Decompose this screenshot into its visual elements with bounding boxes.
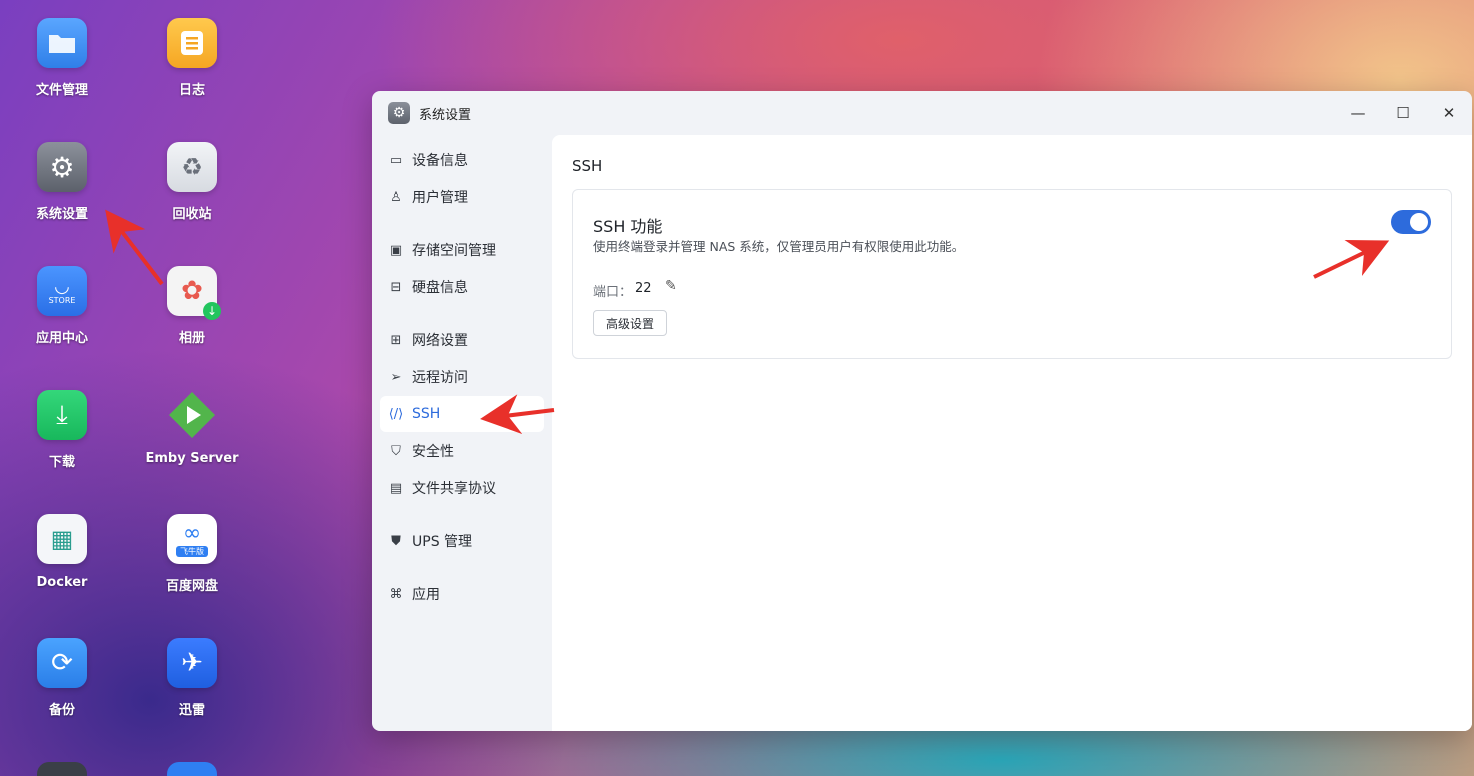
- ssh-card-description: 使用终端登录并管理 NAS 系统，仅管理员用户有权限使用此功能。: [593, 239, 965, 254]
- baidu-badge: 飞牛版: [176, 545, 208, 557]
- desktop-icon-recycle-bin[interactable]: ♻ 回收站: [132, 142, 252, 222]
- download-badge-icon: ↓: [203, 302, 221, 320]
- sidebar-item-label: 安全性: [412, 444, 454, 460]
- desktop-icon-baidu-netdisk[interactable]: ∞ 飞牛版 百度网盘: [132, 514, 252, 594]
- port-label: 端口：: [593, 285, 633, 300]
- desktop-icon-label: 应用中心: [35, 331, 88, 346]
- shield-check-icon: ⛉: [391, 443, 401, 459]
- ssh-card: SSH 功能 使用终端登录并管理 NAS 系统，仅管理员用户有权限使用此功能。 …: [572, 189, 1452, 359]
- store-icon: ◡ STORE: [37, 266, 87, 316]
- emby-icon: [167, 390, 217, 440]
- minimize-button[interactable]: —: [1336, 91, 1380, 135]
- log-icon: [167, 18, 217, 68]
- desktop-icon-system-settings[interactable]: ⚙ 系统设置: [2, 142, 122, 222]
- settings-window: ⚙ 系统设置 — ☐ ✕ ▭ 设备信息 ♙ 用户管理 ▣ 存储空间管理 ⊟ 硬盘…: [372, 91, 1472, 731]
- desktop-icon-label: 百度网盘: [165, 579, 218, 594]
- storage-icon: ▣: [389, 242, 403, 258]
- recycle-icon: ♻: [167, 142, 217, 192]
- desktop-icon-partial[interactable]: [37, 762, 87, 776]
- desktop-icon-docker[interactable]: ▦ Docker: [2, 514, 122, 590]
- sidebar-item-ssh[interactable]: ⟨/⟩ SSH: [380, 396, 544, 432]
- docker-icon: ▦: [37, 514, 87, 564]
- baidu-netdisk-icon: ∞ 飞牛版: [167, 514, 217, 564]
- sidebar-item-network[interactable]: ⊞ 网络设置: [380, 322, 544, 358]
- remote-icon: ➢: [390, 369, 402, 385]
- sidebar-item-label: 远程访问: [412, 370, 468, 386]
- desktop-icon-app-center[interactable]: ◡ STORE 应用中心: [2, 266, 122, 346]
- photos-icon: ✿ ↓: [167, 266, 221, 320]
- window-titlebar[interactable]: ⚙ 系统设置 — ☐ ✕: [372, 91, 1472, 135]
- user-icon: ♙: [390, 189, 402, 205]
- ssh-toggle[interactable]: [1391, 210, 1431, 234]
- sidebar-item-label: 文件共享协议: [412, 481, 496, 497]
- sidebar-item-ups[interactable]: ⛊ UPS 管理: [380, 523, 544, 559]
- sidebar-item-label: 网络设置: [412, 333, 468, 349]
- sidebar-item-users[interactable]: ♙ 用户管理: [380, 179, 544, 215]
- sidebar-item-label: 设备信息: [412, 153, 468, 169]
- sidebar-item-label: 应用: [412, 587, 440, 603]
- desktop-icon-label: Emby Server: [145, 451, 239, 466]
- code-icon: ⟨/⟩: [388, 406, 404, 422]
- sidebar-item-file-sharing[interactable]: ▤ 文件共享协议: [380, 470, 544, 506]
- desktop-icon-download[interactable]: ⤓ 下载: [2, 390, 122, 470]
- sidebar-item-label: 存储空间管理: [412, 243, 496, 259]
- desktop-icon-label: 回收站: [172, 207, 212, 222]
- desktop-icon-label: 下载: [48, 455, 75, 470]
- sidebar-item-disk-info[interactable]: ⊟ 硬盘信息: [380, 269, 544, 305]
- desktop-icon-partial[interactable]: [167, 762, 217, 776]
- desktop-icon-file-manager[interactable]: 文件管理: [2, 18, 122, 98]
- sidebar-item-remote-access[interactable]: ➢ 远程访问: [380, 359, 544, 395]
- desktop-icon-label: 相册: [178, 331, 205, 346]
- sidebar-item-label: UPS 管理: [412, 534, 473, 550]
- desktop-icon-label: 系统设置: [35, 207, 88, 222]
- desktop-icon-label: 备份: [48, 703, 75, 718]
- apps-icon: ⌘: [389, 586, 403, 602]
- backup-icon: ⟳: [37, 638, 87, 688]
- download-icon: ⤓: [37, 390, 87, 440]
- window-title: 系统设置: [419, 107, 472, 123]
- desktop-icon-label: 日志: [178, 83, 205, 98]
- gear-icon: ⚙: [388, 102, 410, 124]
- sidebar-item-storage[interactable]: ▣ 存储空间管理: [380, 232, 544, 268]
- gear-icon: ⚙: [37, 142, 87, 192]
- ssh-card-title: SSH 功能: [593, 217, 663, 236]
- settings-content: SSH SSH 功能 使用终端登录并管理 NAS 系统，仅管理员用户有权限使用此…: [552, 135, 1472, 731]
- disk-icon: ⊟: [390, 279, 402, 295]
- settings-sidebar: ▭ 设备信息 ♙ 用户管理 ▣ 存储空间管理 ⊟ 硬盘信息 ⊞ 网络设置 ➢ 远…: [372, 135, 552, 731]
- sidebar-item-security[interactable]: ⛉ 安全性: [380, 433, 544, 469]
- file-icon: ▤: [389, 480, 403, 496]
- advanced-settings-button[interactable]: 高级设置: [593, 310, 668, 336]
- desktop-icon-label: 迅雷: [178, 703, 205, 718]
- edit-icon[interactable]: ✎: [665, 278, 677, 294]
- xunlei-icon: ✈: [167, 638, 217, 688]
- desktop-icon-emby[interactable]: Emby Server: [132, 390, 252, 466]
- store-badge: STORE: [48, 295, 76, 305]
- sidebar-item-label: 硬盘信息: [412, 280, 468, 296]
- sidebar-item-apps[interactable]: ⌘ 应用: [380, 576, 544, 612]
- section-title: SSH: [572, 157, 603, 175]
- device-icon: ▭: [389, 152, 403, 168]
- maximize-button[interactable]: ☐: [1381, 91, 1425, 135]
- desktop-icon-xunlei[interactable]: ✈ 迅雷: [132, 638, 252, 718]
- close-button[interactable]: ✕: [1427, 91, 1471, 135]
- desktop-icon-log[interactable]: 日志: [132, 18, 252, 98]
- sidebar-item-label: 用户管理: [412, 190, 468, 206]
- desktop-icon-backup[interactable]: ⟳ 备份: [2, 638, 122, 718]
- network-icon: ⊞: [390, 332, 402, 348]
- shield-icon: ⛊: [391, 533, 401, 549]
- desktop-icon-label: Docker: [36, 575, 88, 590]
- desktop-icon-label: 文件管理: [35, 83, 88, 98]
- desktop-icon-photos[interactable]: ✿ ↓ 相册: [132, 266, 252, 346]
- toggle-knob: [1410, 213, 1428, 231]
- folder-icon: [37, 18, 87, 68]
- sidebar-item-device-info[interactable]: ▭ 设备信息: [380, 142, 544, 178]
- port-value: 22: [635, 281, 652, 296]
- sidebar-item-label: SSH: [412, 406, 441, 422]
